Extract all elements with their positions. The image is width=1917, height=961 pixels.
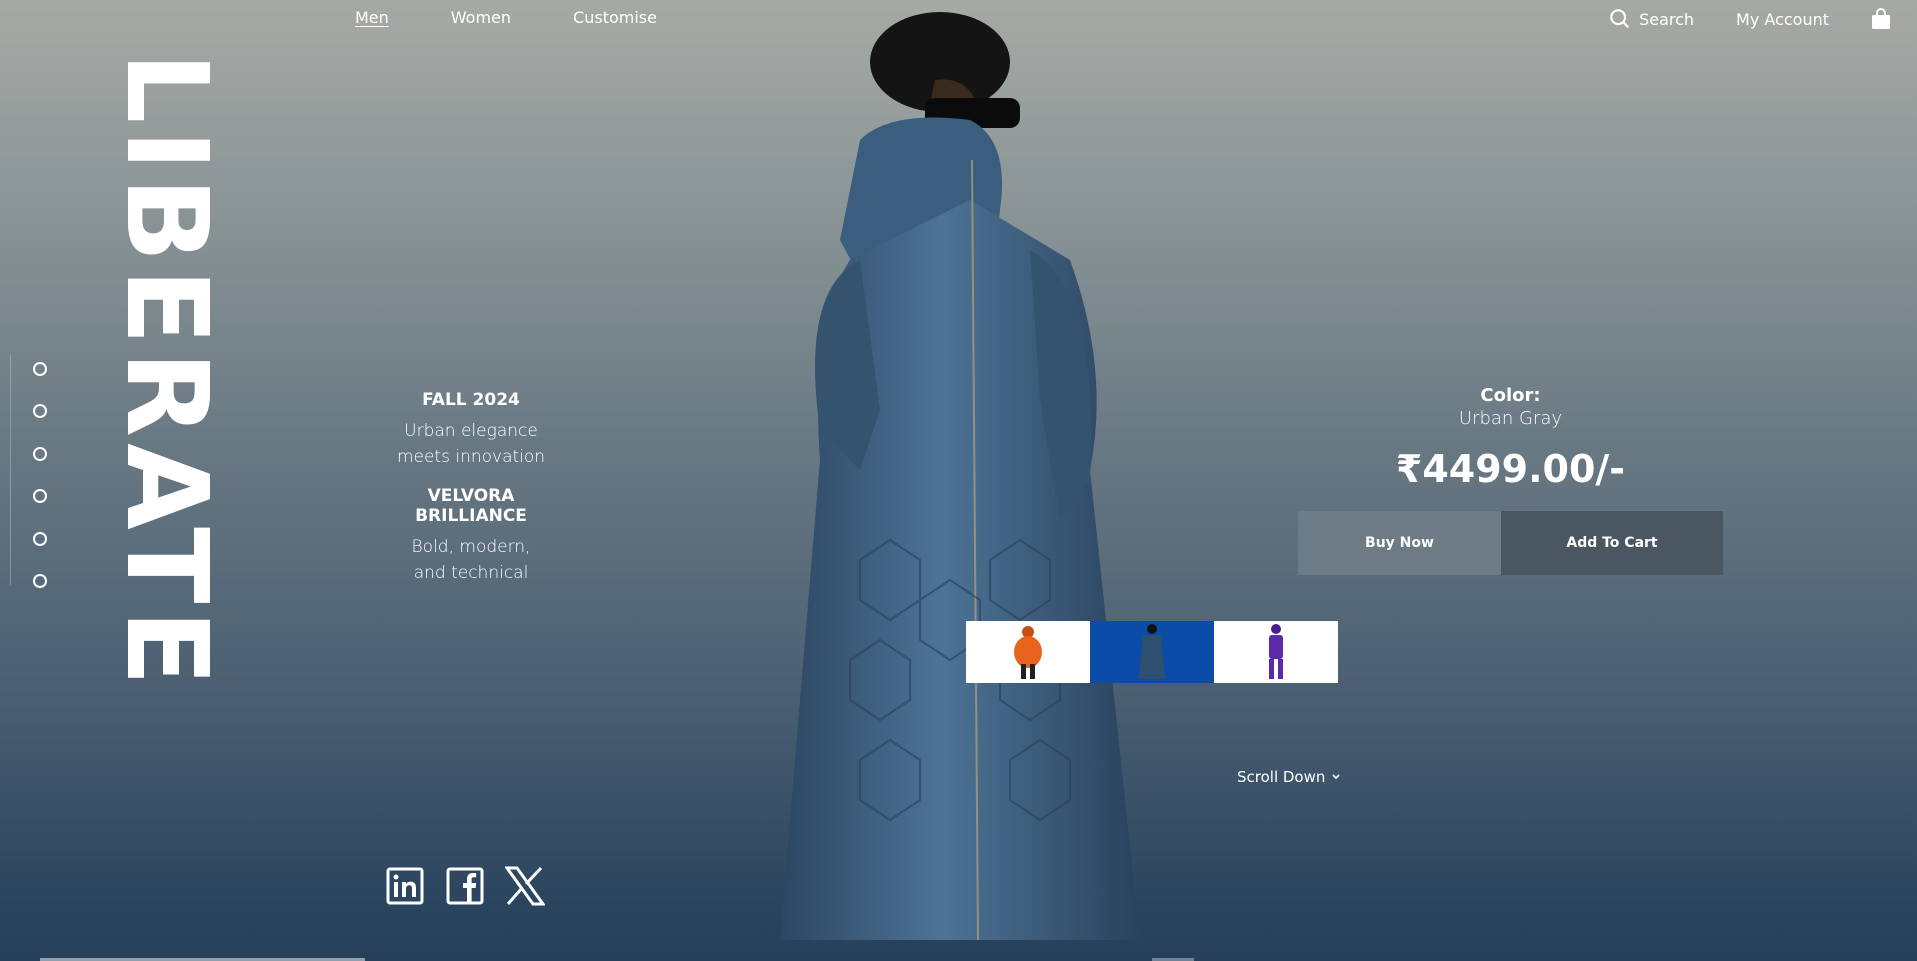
search-label: Search xyxy=(1639,9,1695,29)
shopping-bag-icon[interactable] xyxy=(1871,8,1891,30)
collection-tagline: FALL 2024 Urban elegance meets innovatio… xyxy=(370,390,572,602)
scroll-down-button[interactable]: Scroll Down xyxy=(1237,768,1341,786)
x-icon[interactable] xyxy=(505,866,545,906)
search-icon xyxy=(1610,9,1630,29)
social-links xyxy=(385,866,545,906)
collection-text-line-1: Bold, modern, xyxy=(411,537,531,557)
facebook-icon[interactable] xyxy=(445,866,485,906)
collection-text: Bold, modern, and technical xyxy=(370,534,572,586)
season-title: FALL 2024 xyxy=(422,390,520,410)
purchase-actions: Buy Now Add To Cart xyxy=(1298,511,1723,575)
slide-dot-2[interactable] xyxy=(33,404,47,418)
variant-thumb-blue[interactable] xyxy=(1090,621,1214,683)
indicator-track xyxy=(10,355,11,585)
nav-men[interactable]: Men xyxy=(355,8,389,27)
orange-puffer-figure xyxy=(1014,626,1042,679)
color-value: Urban Gray xyxy=(1458,408,1563,429)
product-info: Color: Urban Gray ₹4499.00/- Buy Now Add… xyxy=(1298,385,1723,575)
collection-text-line-2: and technical xyxy=(413,563,529,583)
nav-women[interactable]: Women xyxy=(451,8,511,27)
blue-coat-figure xyxy=(1139,624,1165,679)
chevron-down-icon xyxy=(1332,774,1340,780)
nav-customise[interactable]: Customise xyxy=(573,8,657,27)
my-account-link[interactable]: My Account xyxy=(1736,10,1829,29)
scroll-down-label: Scroll Down xyxy=(1237,768,1326,786)
slide-dot-5[interactable] xyxy=(33,532,47,546)
color-label: Color: xyxy=(1480,385,1541,406)
utility-nav: Search My Account xyxy=(1609,8,1891,30)
variant-thumb-orange[interactable] xyxy=(966,621,1090,683)
slide-dot-1[interactable] xyxy=(33,362,47,376)
purple-suit-figure xyxy=(1269,624,1283,679)
season-text-line-1: Urban elegance xyxy=(404,421,538,441)
collection-title: VELVORA BRILLIANCE xyxy=(415,486,527,526)
model-image xyxy=(780,12,1140,941)
search-button[interactable]: Search xyxy=(1609,8,1694,30)
season-text-line-2: meets innovation xyxy=(396,447,546,467)
brand-logo: LIBERATE xyxy=(101,52,231,693)
main-nav: Men Women Customise xyxy=(355,8,657,27)
add-to-cart-button[interactable]: Add To Cart xyxy=(1501,511,1723,575)
buy-now-button[interactable]: Buy Now xyxy=(1298,511,1501,575)
linkedin-icon[interactable] xyxy=(385,866,425,906)
variant-thumbnails xyxy=(966,621,1338,683)
product-price: ₹4499.00/- xyxy=(1395,447,1626,491)
variant-thumb-purple[interactable] xyxy=(1214,621,1338,683)
season-text: Urban elegance meets innovation xyxy=(370,418,572,470)
slide-dot-4[interactable] xyxy=(33,489,47,503)
slide-dot-6[interactable] xyxy=(33,574,47,588)
slide-dot-3[interactable] xyxy=(33,447,47,461)
